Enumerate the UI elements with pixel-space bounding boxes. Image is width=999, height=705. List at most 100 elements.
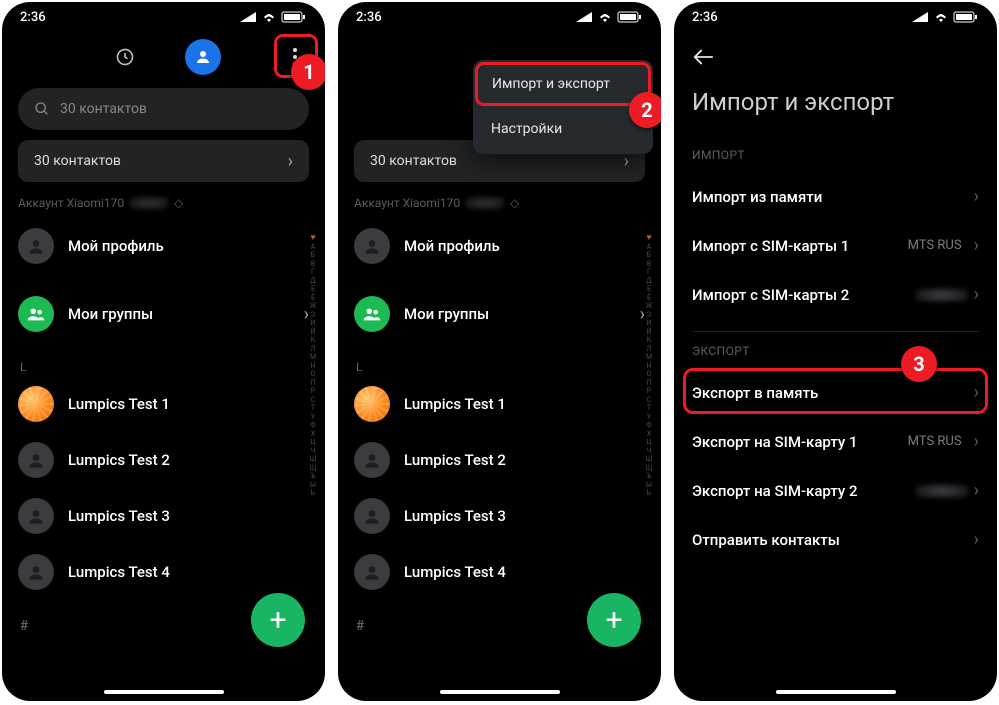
section-import: ИМПОРТ <box>674 142 997 172</box>
contact-row[interactable]: Lumpics Test 3 <box>338 488 661 544</box>
contact-name: Lumpics Test 4 <box>404 563 645 581</box>
chevron-right-icon: › <box>974 431 979 452</box>
my-profile-label: Мой профиль <box>68 237 309 255</box>
account-redacted <box>466 197 504 209</box>
setting-label: Импорт с SIM-карты 1 <box>692 237 849 255</box>
contact-avatar <box>18 554 54 590</box>
my-profile-row[interactable]: Мой профиль <box>2 218 325 274</box>
contact-name: Lumpics Test 3 <box>404 507 645 525</box>
chevron-right-icon: › <box>974 186 979 207</box>
phone-screen-1: 2:36 30 контактов 30 контактов › Аккаунт… <box>2 2 325 701</box>
tab-recents[interactable] <box>107 39 143 75</box>
callout-3: 3 <box>901 346 937 382</box>
callout-2: 2 <box>629 92 661 128</box>
contact-avatar <box>18 386 54 422</box>
contacts-count-button[interactable]: 30 контактов › <box>18 140 309 182</box>
account-redacted <box>130 197 168 209</box>
status-bar: 2:36 <box>2 2 325 32</box>
phone-screen-2: 2:36 30 контактов › Аккаунт Xiaomi170 ◇ … <box>338 2 661 701</box>
avatar-icon <box>18 228 54 264</box>
contact-row[interactable]: Lumpics Test 3 <box>2 488 325 544</box>
contacts-count-label: 30 контактов <box>370 153 457 169</box>
fab-add-contact[interactable]: + <box>587 593 641 647</box>
contacts-list: Мой профиль Мои группы › L Lumpics Test … <box>338 218 661 634</box>
section-export: ЭКСПОРТ <box>674 338 997 368</box>
contact-row[interactable]: Lumpics Test 2 <box>2 432 325 488</box>
groups-icon <box>354 296 390 332</box>
setting-subtitle-redacted <box>916 288 968 302</box>
section-header-L: L <box>2 350 325 376</box>
contact-row[interactable]: Lumpics Test 4 <box>2 544 325 600</box>
chevron-right-icon: › <box>288 151 293 172</box>
callout-1: 1 <box>291 54 325 90</box>
contacts-count-label: 30 контактов <box>34 153 121 169</box>
contact-name: Lumpics Test 1 <box>404 395 645 413</box>
status-icons <box>911 11 979 23</box>
setting-label: Импорт из памяти <box>692 188 822 206</box>
my-groups-row[interactable]: Мои группы › <box>2 286 325 342</box>
contact-row[interactable]: Lumpics Test 4 <box>338 544 661 600</box>
import-from-storage[interactable]: Импорт из памяти › <box>674 172 997 221</box>
page-title: Импорт и экспорт <box>674 74 997 142</box>
fab-add-contact[interactable]: + <box>251 593 305 647</box>
menu-import-export[interactable]: Импорт и экспорт <box>475 62 651 106</box>
menu-settings[interactable]: Настройки <box>473 108 653 150</box>
contact-row[interactable]: Lumpics Test 1 <box>2 376 325 432</box>
contact-row[interactable]: Lumpics Test 1 <box>338 376 661 432</box>
status-icons <box>239 11 307 23</box>
account-label: Аккаунт Xiaomi170 <box>354 196 460 210</box>
clock: 2:36 <box>20 10 46 25</box>
setting-label: Отправить контакты <box>692 531 840 549</box>
chevron-right-icon: › <box>974 529 979 550</box>
setting-subtitle: MTS RUS <box>908 238 962 253</box>
setting-label: Импорт с SIM-карты 2 <box>692 286 849 304</box>
import-from-sim1[interactable]: Импорт с SIM-карты 1 MTS RUS› <box>674 221 997 270</box>
groups-icon <box>18 296 54 332</box>
status-bar: 2:36 <box>338 2 661 32</box>
contact-name: Lumpics Test 2 <box>404 451 645 469</box>
contact-avatar <box>18 442 54 478</box>
tab-contacts[interactable] <box>185 39 221 75</box>
my-groups-label: Мои группы <box>68 305 153 323</box>
contact-row[interactable]: Lumpics Test 2 <box>338 432 661 488</box>
chevron-right-icon: › <box>974 284 979 305</box>
export-to-storage[interactable]: Экспорт в память › <box>674 368 997 417</box>
chevron-right-icon: › <box>974 382 979 403</box>
export-to-sim2[interactable]: Экспорт на SIM-карту 2 › <box>674 466 997 515</box>
search-placeholder: 30 контактов <box>60 101 147 117</box>
status-icons <box>575 11 643 23</box>
contact-avatar <box>354 386 390 422</box>
contact-name: Lumpics Test 3 <box>68 507 309 525</box>
divider <box>692 331 979 332</box>
phone-screen-3: 2:36 Импорт и экспорт ИМПОРТ Импорт из п… <box>674 2 997 701</box>
avatar-icon <box>354 228 390 264</box>
send-contacts[interactable]: Отправить контакты › <box>674 515 997 564</box>
setting-label: Экспорт в память <box>692 384 818 402</box>
export-to-sim1[interactable]: Экспорт на SIM-карту 1 MTS RUS › <box>674 417 997 466</box>
my-groups-row[interactable]: Мои группы › <box>338 286 661 342</box>
arrow-left-icon <box>692 48 714 66</box>
top-tabs <box>2 32 325 82</box>
status-bar: 2:36 <box>674 2 997 32</box>
home-indicator <box>440 690 560 694</box>
home-indicator <box>776 690 896 694</box>
contact-name: Lumpics Test 1 <box>68 395 309 413</box>
my-profile-row[interactable]: Мой профиль <box>338 218 661 274</box>
chevron-right-icon: › <box>974 480 979 501</box>
overflow-popup: Импорт и экспорт Настройки <box>473 60 653 154</box>
setting-label: Экспорт на SIM-карту 1 <box>692 433 858 451</box>
contact-avatar <box>354 498 390 534</box>
contact-avatar <box>354 554 390 590</box>
account-label: Аккаунт Xiaomi170 <box>18 196 124 210</box>
alpha-index[interactable]: ♥АБВГДЕЁЖЗИЙКЛМНОПРСТУФХЦЧШЩЪЫЬ <box>306 234 320 498</box>
account-selector[interactable]: Аккаунт Xiaomi170 ◇ <box>2 192 325 218</box>
setting-subtitle-redacted <box>916 484 968 498</box>
contact-name: Lumpics Test 4 <box>68 563 309 581</box>
setting-label: Экспорт на SIM-карту 2 <box>692 482 858 500</box>
account-selector[interactable]: Аккаунт Xiaomi170 ◇ <box>338 192 661 218</box>
search-input[interactable]: 30 контактов <box>18 88 309 130</box>
import-from-sim2[interactable]: Импорт с SIM-карты 2 › <box>674 270 997 319</box>
back-button[interactable] <box>674 32 997 74</box>
alpha-index[interactable]: ♥АБВГДЕЁЖЗИЙКЛМНОПРСТУФХЦЧШЩЪЫЬ <box>642 234 656 498</box>
setting-subtitle: MTS RUS <box>908 434 962 449</box>
